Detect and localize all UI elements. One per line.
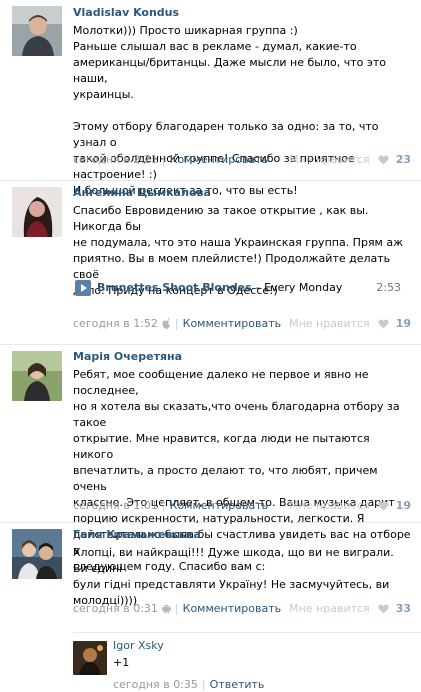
comment-item: Ангелина Цымкалова Спасибо Евровидению з… xyxy=(0,180,421,345)
comment-item: Vladislav Kondus Молотки))) Просто шикар… xyxy=(0,0,421,197)
avatar[interactable] xyxy=(12,6,62,56)
reply-comment: Igor Xsky +1 сегодня в 0:35 | Ответить xyxy=(73,632,421,692)
android-icon xyxy=(161,604,171,614)
comment-date[interactable]: сегодня в 0:35 xyxy=(113,678,198,691)
comment-item: Галя Крамажевська Хлопці, ви найкращі!!!… xyxy=(0,522,421,692)
apple-icon xyxy=(162,318,170,329)
divider: | xyxy=(161,499,166,512)
reply-link[interactable]: Комментировать xyxy=(183,317,281,330)
play-icon[interactable] xyxy=(75,280,91,296)
comment-text: Хлопці, ви найкращі!!! Дуже шкода, що ви… xyxy=(73,546,394,607)
author-name[interactable]: Ангелина Цымкалова xyxy=(73,186,411,200)
audio-track: – Every Monday xyxy=(251,281,343,294)
audio-artist[interactable]: Brunettes Shoot Blondes xyxy=(97,281,252,294)
avatar[interactable] xyxy=(73,641,107,675)
like-label: Мне нравится xyxy=(289,602,370,615)
comment-date[interactable]: сегодня в 1:52 xyxy=(73,317,158,330)
comment-date[interactable]: сегодня в 1:01 xyxy=(73,499,158,512)
reply-link[interactable]: Ответить xyxy=(210,678,265,691)
like-label: Мне нравится xyxy=(289,317,370,330)
comment-body: Vladislav Kondus Молотки))) Просто шикар… xyxy=(73,6,411,199)
reply-body: Igor Xsky +1 xyxy=(113,639,164,671)
like-count: 19 xyxy=(395,499,411,512)
like-button[interactable]: Мне нравится 23 xyxy=(289,153,411,167)
comment-meta: сегодня в 0:31 | Комментировать Мне нравит… xyxy=(73,602,411,616)
divider: | xyxy=(174,602,179,615)
divider: | xyxy=(201,678,206,691)
comment-meta: сегодня в 2:21 | Комментировать Мне нравит… xyxy=(73,153,411,167)
author-name[interactable]: Vladislav Kondus xyxy=(73,6,411,20)
author-name[interactable]: Марія Очеретяна xyxy=(73,350,411,364)
avatar[interactable] xyxy=(12,187,62,237)
heart-icon xyxy=(378,319,389,329)
heart-icon xyxy=(378,155,389,165)
reply-link[interactable]: Комментировать xyxy=(183,602,281,615)
like-label: Мне нравится xyxy=(289,153,370,166)
comment-item: Марія Очеретяна Ребят, мое сообщение дал… xyxy=(0,344,421,573)
heart-icon xyxy=(378,604,389,614)
divider: | xyxy=(174,317,179,330)
author-name[interactable]: Галя Крамажевська xyxy=(73,528,411,542)
heart-icon xyxy=(378,501,389,511)
reply-link[interactable]: Комментировать xyxy=(170,153,268,166)
comment-date[interactable]: сегодня в 0:31 xyxy=(73,602,158,615)
divider: | xyxy=(161,153,166,166)
audio-duration: 2:53 xyxy=(376,281,401,294)
like-label: Мне нравится xyxy=(289,499,370,512)
avatar[interactable] xyxy=(12,529,62,579)
comment-meta: сегодня в 1:52 | Комментировать Мне нравит… xyxy=(73,317,411,331)
comment-text: +1 xyxy=(113,656,130,669)
like-count: 23 xyxy=(395,153,411,166)
reply-meta: сегодня в 0:35 | Ответить xyxy=(113,678,413,692)
comment-text: Молотки))) Просто шикарная группа :) Ран… xyxy=(73,24,387,197)
reply-link[interactable]: Комментировать xyxy=(170,499,268,512)
audio-title: Brunettes Shoot Blondes – Every Monday xyxy=(97,281,342,295)
like-button[interactable]: Мне нравится 33 xyxy=(289,602,411,616)
audio-attachment: Brunettes Shoot Blondes – Every Monday 2… xyxy=(73,278,411,298)
comment-body: Галя Крамажевська Хлопці, ви найкращі!!!… xyxy=(73,528,411,609)
avatar[interactable] xyxy=(12,351,62,401)
like-count: 33 xyxy=(395,602,411,615)
author-name[interactable]: Igor Xsky xyxy=(113,639,164,653)
like-button[interactable]: Мне нравится 19 xyxy=(289,499,411,513)
comment-meta: сегодня в 1:01 | Комментировать Мне нравит… xyxy=(73,499,411,513)
comment-date[interactable]: сегодня в 2:21 xyxy=(73,153,158,166)
like-count: 19 xyxy=(395,317,411,330)
like-button[interactable]: Мне нравится 19 xyxy=(289,317,411,331)
